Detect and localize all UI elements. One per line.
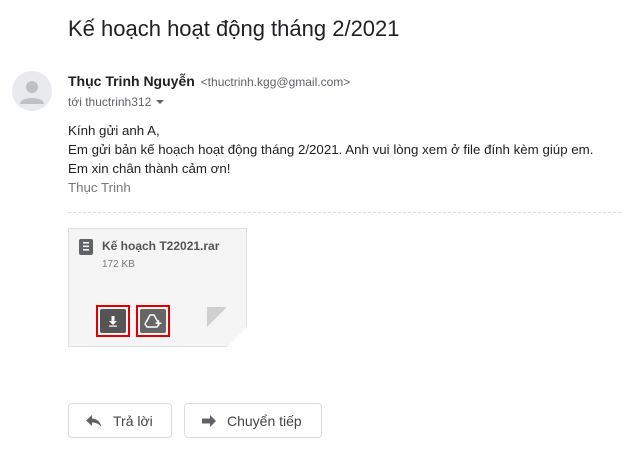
page-fold [227,327,247,347]
save-to-drive-button[interactable] [136,305,170,337]
download-icon [109,316,117,327]
download-button[interactable] [96,305,130,337]
email-body: Kính gửi anh A, Em gửi bản kế hoạch hoạt… [68,121,593,197]
recipient-label: tới thuctrinh312 [68,95,152,109]
reply-button[interactable]: Trả lời [68,403,172,438]
caret-down-icon[interactable] [155,97,165,107]
reply-label: Trả lời [113,412,153,429]
forward-button[interactable]: Chuyển tiếp [184,403,322,438]
body-line: Kính gửi anh A, [68,123,160,138]
attachment-card[interactable]: Kế hoạch T22021.rar 172 KB [68,228,247,347]
archive-file-icon [79,239,93,255]
divider [68,212,621,213]
body-line: Em xin chân thành cảm ơn! [68,161,231,176]
save-to-drive-icon [144,314,162,328]
sender-info: Thục Trinh Nguyễn <thuctrinh.kgg@gmail.c… [68,73,350,89]
sender-email: <thuctrinh.kgg@gmail.com> [200,75,351,89]
signature: Thục Trinh [68,180,131,195]
person-icon [20,81,44,104]
recipient-details[interactable]: tới thuctrinh312 [68,95,165,109]
sender-name[interactable]: Thục Trinh Nguyễn [68,73,195,89]
forward-label: Chuyển tiếp [227,412,302,429]
page-fold-shadow [207,307,227,327]
sender-avatar[interactable] [12,71,52,111]
reply-icon [86,414,102,427]
attachment-name: Kế hoạch T22021.rar [102,239,220,253]
attachment-size: 172 KB [102,259,135,270]
save-to-drive-inner [140,309,166,333]
body-line: Em gửi bản kế hoạch hoạt động tháng 2/20… [68,142,594,157]
forward-icon [202,414,216,427]
email-subject: Kế hoạch hoạt động tháng 2/2021 [68,16,400,41]
download-button-inner [100,309,126,333]
